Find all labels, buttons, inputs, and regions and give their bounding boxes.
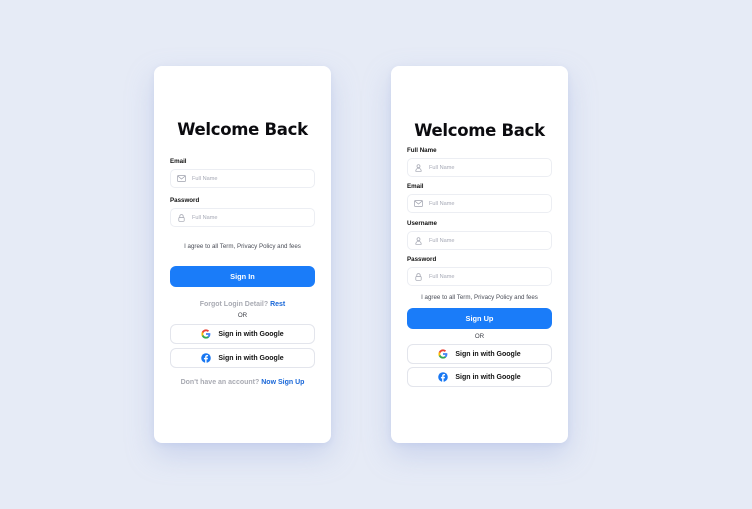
email-placeholder: Full Name — [429, 200, 455, 207]
facebook-sign-in-button[interactable]: Sign in with Google — [407, 367, 552, 387]
email-label: Email — [407, 183, 424, 190]
or-divider: OR — [474, 333, 485, 340]
facebook-icon — [438, 372, 449, 382]
full-name-field[interactable]: Full Name — [407, 158, 552, 177]
password-field[interactable]: Full Name — [170, 208, 315, 227]
google-icon — [201, 329, 211, 339]
sign-in-button[interactable]: Sign In — [170, 266, 315, 287]
username-label: Username — [407, 220, 437, 227]
password-placeholder: Full Name — [429, 273, 455, 280]
google-button-label: Sign in with Google — [455, 350, 521, 358]
facebook-button-label: Sign in with Google — [218, 354, 284, 362]
signup-prompt: Don't have an account? Now Sign Up — [154, 379, 331, 386]
or-divider: OR — [237, 312, 248, 319]
email-placeholder: Full Name — [192, 175, 218, 182]
facebook-button-label: Sign in with Google — [455, 373, 521, 381]
user-icon — [413, 163, 423, 173]
reset-link[interactable]: Rest — [270, 301, 285, 308]
username-placeholder: Full Name — [429, 237, 455, 244]
email-label: Email — [170, 158, 187, 165]
signup-card: Welcome Back Full Name Full Name Email F… — [391, 66, 568, 443]
login-card: Welcome Back Email Full Name Password Fu… — [154, 66, 331, 443]
full-name-label: Full Name — [407, 147, 437, 154]
facebook-sign-in-button[interactable]: Sign in with Google — [170, 348, 315, 368]
google-icon — [438, 349, 448, 359]
terms-text[interactable]: I agree to all Term, Privacy Policy and … — [391, 294, 568, 301]
sign-up-button[interactable]: Sign Up — [407, 308, 552, 329]
lock-icon — [413, 272, 423, 282]
password-label: Password — [170, 197, 200, 204]
password-placeholder: Full Name — [192, 214, 218, 221]
google-sign-in-button[interactable]: Sign in with Google — [170, 324, 315, 344]
username-field[interactable]: Full Name — [407, 231, 552, 250]
mail-icon — [176, 174, 186, 184]
forgot-label: Forgot Login Detail? — [199, 301, 269, 308]
page-title: Welcome Back — [177, 120, 308, 139]
sign-up-link[interactable]: Now Sign Up — [261, 379, 304, 386]
password-field[interactable]: Full Name — [407, 267, 552, 286]
mail-icon — [413, 199, 423, 209]
email-field[interactable]: Full Name — [170, 169, 315, 188]
google-button-label: Sign in with Google — [218, 330, 284, 338]
user-icon — [413, 236, 423, 246]
facebook-icon — [201, 353, 212, 363]
password-label: Password — [407, 256, 437, 263]
full-name-placeholder: Full Name — [429, 164, 455, 171]
forgot-login-text: Forgot Login Detail? Rest — [154, 301, 331, 308]
lock-icon — [176, 213, 186, 223]
google-sign-in-button[interactable]: Sign in with Google — [407, 344, 552, 364]
page-title: Welcome Back — [414, 121, 545, 140]
terms-text[interactable]: I agree to all Term, Privacy Policy and … — [154, 243, 331, 250]
signup-prompt-text: Don't have an account? — [180, 379, 260, 386]
email-field[interactable]: Full Name — [407, 194, 552, 213]
